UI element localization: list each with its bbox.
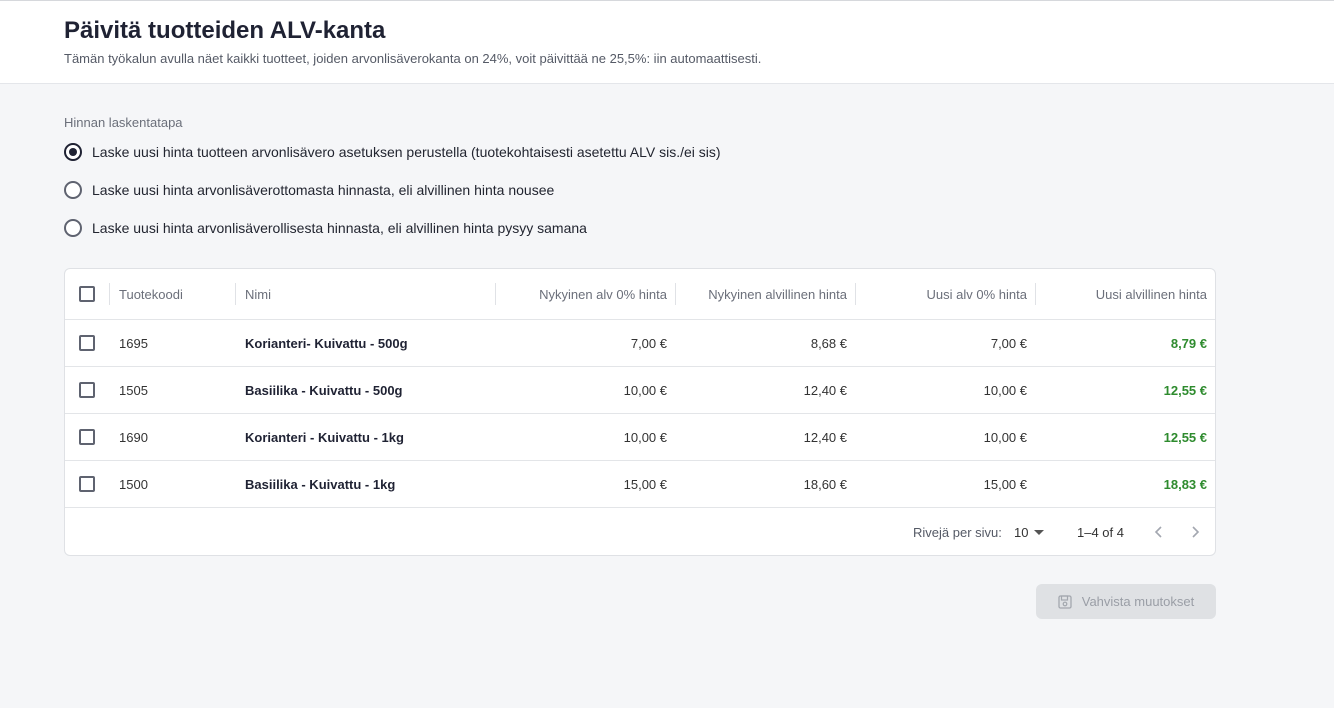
products-table: Tuotekoodi Nimi Nykyinen alv 0% hinta Ny… xyxy=(64,268,1216,556)
table-row[interactable]: 1505 Basiilika - Kuivattu - 500g 10,00 €… xyxy=(65,367,1215,414)
select-all-cell xyxy=(79,269,99,319)
cell-current-net: 15,00 € xyxy=(623,476,667,492)
caret-down-icon xyxy=(1034,529,1045,535)
pagination-range: 1–4 of 4 xyxy=(1077,524,1124,540)
row-select-cell xyxy=(79,367,99,413)
column-divider xyxy=(1035,283,1036,305)
cell-new-net: 10,00 € xyxy=(983,382,1027,398)
column-divider xyxy=(855,283,856,305)
cell-code: 1500 xyxy=(119,476,148,492)
previous-page-button[interactable] xyxy=(1149,522,1169,542)
cell-name: Korianteri- Kuivattu - 500g xyxy=(245,335,408,351)
confirm-changes-button[interactable]: Vahvista muutokset xyxy=(1036,584,1216,619)
cell-new-gross: 8,79 € xyxy=(1170,335,1207,351)
pricing-option-label: Laske uusi hinta arvonlisäverottomasta h… xyxy=(92,182,555,198)
pricing-option-label: Laske uusi hinta arvonlisäverollisesta h… xyxy=(92,220,587,236)
pricing-option-label: Laske uusi hinta tuotteen arvonlisävero … xyxy=(92,144,721,160)
rows-per-page-select[interactable]: 10 xyxy=(1014,509,1045,555)
cell-current-gross: 12,40 € xyxy=(803,429,847,445)
cell-name: Basiilika - Kuivattu - 1kg xyxy=(245,476,396,492)
column-header-current-net[interactable]: Nykyinen alv 0% hinta xyxy=(505,269,667,319)
cell-current-net: 10,00 € xyxy=(623,382,667,398)
next-page-button[interactable] xyxy=(1185,522,1205,542)
column-header-current-gross[interactable]: Nykyinen alvillinen hinta xyxy=(685,269,847,319)
table-row[interactable]: 1500 Basiilika - Kuivattu - 1kg 15,00 € … xyxy=(65,461,1215,508)
pricing-option-from-gross[interactable]: Laske uusi hinta arvonlisäverollisesta h… xyxy=(64,218,587,238)
chevron-left-icon xyxy=(1154,526,1162,538)
cell-new-gross: 18,83 € xyxy=(1163,476,1207,492)
cell-code: 1505 xyxy=(119,382,148,398)
radio-unchecked-icon[interactable] xyxy=(64,181,82,199)
cell-current-gross: 12,40 € xyxy=(803,382,847,398)
page-header: Päivitä tuotteiden ALV-kanta Tämän työka… xyxy=(0,0,1334,84)
cell-new-net: 7,00 € xyxy=(990,335,1027,351)
table-pagination: Rivejä per sivu: 10 1–4 of 4 xyxy=(65,509,1215,555)
row-checkbox[interactable] xyxy=(79,335,95,351)
row-select-cell xyxy=(79,320,99,366)
row-checkbox[interactable] xyxy=(79,382,95,398)
table-row[interactable]: 1695 Korianteri- Kuivattu - 500g 7,00 € … xyxy=(65,320,1215,367)
select-all-checkbox[interactable] xyxy=(79,286,95,302)
column-header-name[interactable]: Nimi xyxy=(245,269,485,319)
cell-current-gross: 8,68 € xyxy=(810,335,847,351)
cell-new-gross: 12,55 € xyxy=(1163,382,1207,398)
column-divider xyxy=(675,283,676,305)
rows-per-page-label: Rivejä per sivu: xyxy=(913,524,1002,540)
cell-current-gross: 18,60 € xyxy=(803,476,847,492)
cell-name: Basiilika - Kuivattu - 500g xyxy=(245,382,403,398)
column-header-new-net[interactable]: Uusi alv 0% hinta xyxy=(865,269,1027,319)
column-header-code[interactable]: Tuotekoodi xyxy=(119,269,229,319)
row-select-cell xyxy=(79,414,99,460)
row-checkbox[interactable] xyxy=(79,476,95,492)
table-header-row: Tuotekoodi Nimi Nykyinen alv 0% hinta Ny… xyxy=(65,269,1215,320)
radio-checked-icon[interactable] xyxy=(64,143,82,161)
cell-name: Korianteri - Kuivattu - 1kg xyxy=(245,429,404,445)
column-divider xyxy=(109,283,110,305)
rows-per-page-value: 10 xyxy=(1014,524,1029,540)
column-divider xyxy=(495,283,496,305)
radio-unchecked-icon[interactable] xyxy=(64,219,82,237)
cell-code: 1690 xyxy=(119,429,148,445)
pricing-method-label: Hinnan laskentatapa xyxy=(64,115,183,130)
cell-new-gross: 12,55 € xyxy=(1163,429,1207,445)
cell-code: 1695 xyxy=(119,335,148,351)
confirm-changes-label: Vahvista muutokset xyxy=(1081,594,1195,609)
save-icon xyxy=(1058,594,1072,609)
cell-new-net: 15,00 € xyxy=(983,476,1027,492)
row-checkbox[interactable] xyxy=(79,429,95,445)
row-select-cell xyxy=(79,461,99,507)
pricing-option-vat-setting[interactable]: Laske uusi hinta tuotteen arvonlisävero … xyxy=(64,142,721,162)
chevron-right-icon xyxy=(1192,526,1200,538)
column-header-new-gross[interactable]: Uusi alvillinen hinta xyxy=(1045,269,1207,319)
cell-current-net: 7,00 € xyxy=(630,335,667,351)
cell-new-net: 10,00 € xyxy=(983,429,1027,445)
page-subtitle: Tämän työkalun avulla näet kaikki tuotte… xyxy=(64,51,762,66)
cell-current-net: 10,00 € xyxy=(623,429,667,445)
pricing-option-from-net[interactable]: Laske uusi hinta arvonlisäverottomasta h… xyxy=(64,180,554,200)
page-title: Päivitä tuotteiden ALV-kanta xyxy=(64,17,386,44)
column-divider xyxy=(235,283,236,305)
table-row[interactable]: 1690 Korianteri - Kuivattu - 1kg 10,00 €… xyxy=(65,414,1215,461)
